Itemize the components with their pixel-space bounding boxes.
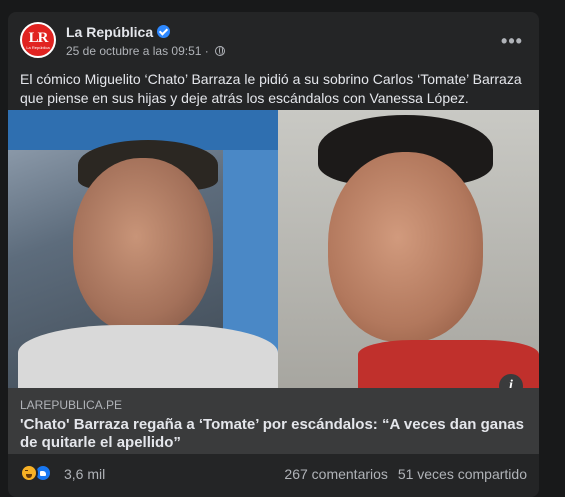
more-options-button[interactable]: ••• bbox=[497, 26, 527, 56]
person-left-face bbox=[73, 158, 213, 333]
haha-reaction-icon bbox=[20, 464, 38, 482]
globe-icon[interactable] bbox=[215, 46, 226, 56]
link-domain: LAREPUBLICA.PE bbox=[20, 398, 123, 412]
page-avatar[interactable]: LR La República bbox=[20, 22, 56, 58]
verified-badge-icon bbox=[157, 25, 171, 38]
reaction-icons[interactable] bbox=[20, 464, 60, 484]
post-text: El cómico Miguelito ‘Chato’ Barraza le p… bbox=[20, 71, 522, 106]
meta-separator: · bbox=[204, 44, 209, 58]
person-right-face bbox=[328, 152, 483, 342]
post-date[interactable]: 25 de octubre a las 09:51 bbox=[66, 44, 201, 58]
reactions-count[interactable]: 3,6 mil bbox=[64, 466, 105, 482]
post-header: LR La República La República 25 de octub… bbox=[20, 22, 527, 62]
page-name-label[interactable]: La República bbox=[66, 24, 153, 40]
post-card: LR La República La República 25 de octub… bbox=[8, 12, 539, 497]
avatar-logo-subtext: La República bbox=[26, 44, 50, 50]
post-footer: 3,6 mil 267 comentarios 51 veces compart… bbox=[20, 462, 527, 486]
person-left-shirt bbox=[18, 325, 278, 388]
page-name[interactable]: La República bbox=[66, 24, 171, 40]
comments-count[interactable]: 267 comentarios bbox=[284, 466, 388, 482]
link-preview-box[interactable]: LAREPUBLICA.PE 'Chato' Barraza regaña a … bbox=[8, 388, 539, 454]
post-meta: 25 de octubre a las 09:51 · bbox=[66, 44, 226, 58]
link-title[interactable]: 'Chato' Barraza regaña a ‘Tomate’ por es… bbox=[20, 416, 525, 452]
link-preview-image[interactable]: i bbox=[8, 110, 539, 388]
avatar-logo-text: LR bbox=[28, 29, 49, 46]
shares-count[interactable]: 51 veces compartido bbox=[398, 466, 527, 482]
post-stats: 267 comentarios 51 veces compartido bbox=[284, 466, 527, 482]
